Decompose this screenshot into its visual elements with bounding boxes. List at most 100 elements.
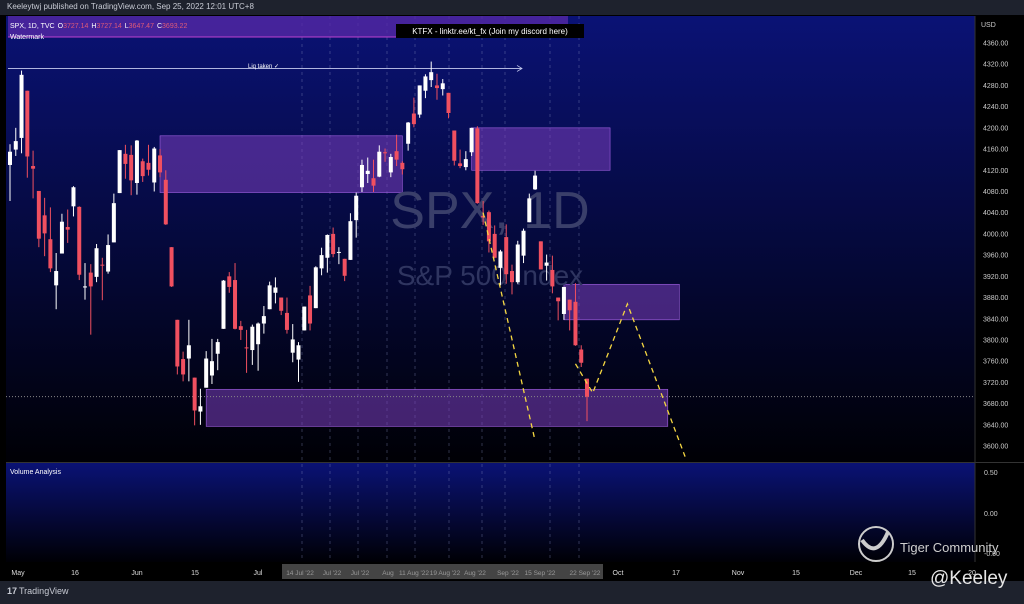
candle-body xyxy=(123,153,128,164)
candle-body xyxy=(65,227,70,230)
candle-body xyxy=(238,326,243,330)
candle-body xyxy=(175,319,180,367)
candle-body xyxy=(169,247,174,287)
candle-body xyxy=(567,299,572,311)
date-marker-label: Jul '22 xyxy=(351,570,370,577)
price-tick-label: 4240.00 xyxy=(983,104,1008,111)
candle-body xyxy=(88,272,93,287)
candle-body xyxy=(134,140,139,183)
price-tick-label: 3760.00 xyxy=(983,359,1008,366)
price-tick-label: 3720.00 xyxy=(983,380,1008,387)
volume-tick: 0.50 xyxy=(984,470,998,477)
date-marker-label: Aug xyxy=(382,570,394,577)
candle-body xyxy=(42,215,47,234)
time-tick-label: Oct xyxy=(613,570,624,577)
candle-body xyxy=(573,301,578,346)
candle-body xyxy=(521,230,526,256)
volume-title[interactable]: Volume Analysis xyxy=(10,469,61,476)
candle-body xyxy=(273,287,278,293)
date-marker-label: 11 Aug '22 xyxy=(399,570,429,577)
candle-body xyxy=(54,271,59,286)
candle-body xyxy=(383,152,388,154)
price-tick-label: 4040.00 xyxy=(983,210,1008,217)
price-tick-label: 3680.00 xyxy=(983,401,1008,408)
candle-body xyxy=(331,233,336,255)
supply-demand-zone xyxy=(159,135,403,193)
candle-body xyxy=(359,164,364,188)
candle-body xyxy=(302,306,307,331)
candle-body xyxy=(475,128,480,204)
candle-body xyxy=(446,92,451,113)
candle-body xyxy=(158,155,163,173)
price-tick-label: 3840.00 xyxy=(983,316,1008,323)
time-tick-label: 15 xyxy=(908,570,916,577)
price-tick-label: 3640.00 xyxy=(983,422,1008,429)
candle-body xyxy=(394,151,399,160)
candle-body xyxy=(100,264,105,266)
candle-body xyxy=(371,178,376,186)
price-chart[interactable]: SPX, 1D S&P 500 Index Liq taken ✓ 4360.0… xyxy=(0,0,1024,604)
date-marker-label: Sep '22 xyxy=(497,570,519,577)
candle-body xyxy=(244,347,249,349)
banner-text: KTFX - linktr.ee/kt_fx (Join my discord … xyxy=(412,27,568,36)
footer-brand[interactable]: 17 TradingView xyxy=(7,586,69,596)
date-marker-label: Aug '22 xyxy=(464,570,486,577)
candle-body xyxy=(250,326,255,351)
indicator-label[interactable]: Watermark xyxy=(10,34,44,41)
candle-body xyxy=(400,162,405,170)
symbol-legend: SPX, 1D, TVC O3727.14 H3727.14 L3647.47 C369… xyxy=(10,23,187,30)
candle-body xyxy=(561,286,566,314)
tradingview-logo-icon: 17 xyxy=(7,586,18,596)
price-tick-label: 4160.00 xyxy=(983,147,1008,154)
candle-body xyxy=(71,187,76,207)
candle-body xyxy=(59,221,64,254)
candle-body xyxy=(152,148,157,183)
supply-demand-zone xyxy=(471,127,611,171)
candle-body xyxy=(163,179,168,225)
candle-body xyxy=(308,295,313,324)
candle-body xyxy=(377,151,382,177)
candle-body xyxy=(117,150,122,194)
candle-body xyxy=(325,234,330,258)
price-tick-label: 4360.00 xyxy=(983,41,1008,48)
time-tick-label: Nov xyxy=(732,570,745,577)
candle-body xyxy=(198,406,203,412)
price-tick-label: 4120.00 xyxy=(983,168,1008,175)
candle-body xyxy=(498,251,503,268)
candle-body xyxy=(406,122,411,144)
candle-body xyxy=(279,297,284,311)
time-tick-label: 15 xyxy=(191,570,199,577)
candle-body xyxy=(354,195,359,221)
candle-body xyxy=(336,251,341,253)
time-tick-label: Dec xyxy=(850,570,863,577)
price-tick-label: 3880.00 xyxy=(983,295,1008,302)
price-tick-label: 4080.00 xyxy=(983,189,1008,196)
logo-text: Tiger Community xyxy=(900,540,999,555)
candle-body xyxy=(533,175,538,190)
brand-name: TradingView xyxy=(19,586,69,596)
date-marker-label: 19 Aug '22 xyxy=(430,570,461,577)
candle-body xyxy=(19,74,24,138)
candle-body xyxy=(527,198,532,223)
candle-body xyxy=(486,212,491,242)
price-tick-label: 3600.00 xyxy=(983,444,1008,451)
price-tick-label: 3960.00 xyxy=(983,253,1008,260)
candle-body xyxy=(94,248,99,277)
volume-pane xyxy=(6,463,975,562)
price-tick-label: 3800.00 xyxy=(983,337,1008,344)
candle-body xyxy=(452,130,457,161)
candle-body xyxy=(140,161,145,177)
date-marker-label: Jul '22 xyxy=(323,570,342,577)
candle-body xyxy=(504,237,509,275)
candle-body xyxy=(365,170,370,174)
candle-body xyxy=(256,323,261,345)
price-tick-label: 4320.00 xyxy=(983,62,1008,69)
time-tick-label: 16 xyxy=(71,570,79,577)
candle-body xyxy=(550,269,555,287)
date-marker-label: 14 Jul '22 xyxy=(286,570,314,577)
candle-body xyxy=(284,312,289,330)
candle-body xyxy=(538,241,543,270)
candle-body xyxy=(509,271,514,283)
candle-body xyxy=(77,206,82,275)
candle-body xyxy=(423,76,428,91)
